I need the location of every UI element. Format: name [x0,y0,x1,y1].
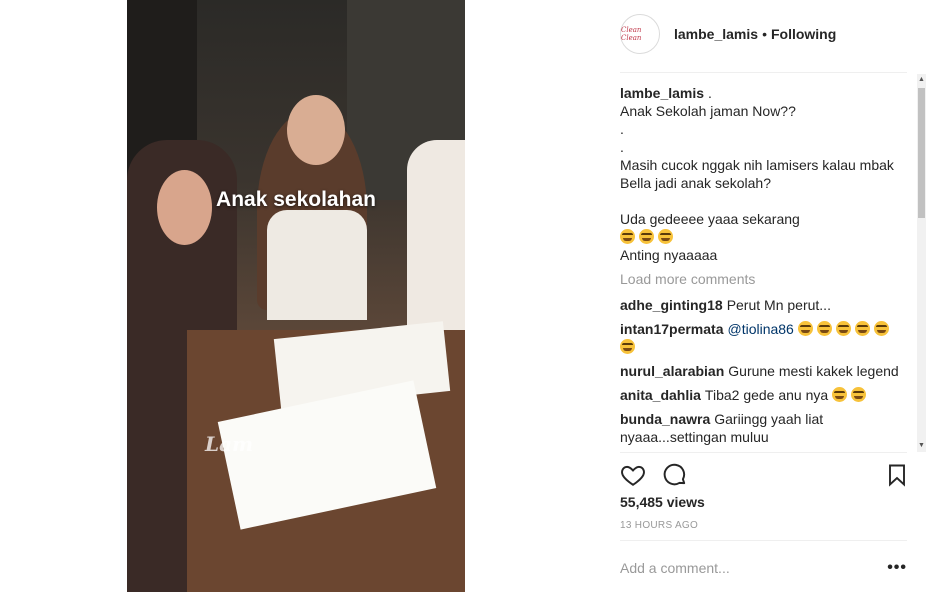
comment-username[interactable]: adhe_ginting18 [620,297,723,313]
comment-item: anita_dahlia Tiba2 gede anu nya [620,386,910,404]
caption-text: . [704,85,712,101]
comment-text: Perut Mn perut... [726,297,831,313]
scroll-down-arrow-icon[interactable]: ▼ [917,440,926,452]
comment-username[interactable]: anita_dahlia [620,387,701,403]
scroll-up-arrow-icon[interactable]: ▲ [917,74,926,86]
tears-of-joy-emoji-icon [639,229,654,244]
video-caption: Anak sekolahan [216,188,376,211]
header-divider [620,72,907,73]
post-video[interactable]: Anak sekolahan Lam [127,0,465,592]
tears-of-joy-emoji-icon [620,339,635,354]
comment-bubble-icon[interactable] [662,462,688,488]
avatar[interactable]: Clean Clean [620,14,660,54]
tears-of-joy-emoji-icon [873,321,889,336]
caption-line: Anting nyaaaaa [620,247,718,263]
header-username[interactable]: lambe_lamis [674,26,758,42]
comment-text: Gurune mesti kakek legend [728,363,899,379]
more-options-button[interactable]: ••• [887,559,907,577]
comment-input[interactable] [620,553,870,583]
tears-of-joy-emoji-icon [797,321,813,336]
tears-of-joy-emoji-icon [835,321,851,336]
post-timestamp[interactable]: 13 HOURS AGO [620,520,698,531]
comment-divider [620,540,907,541]
tears-of-joy-emoji-icon [816,321,832,336]
bookmark-icon[interactable] [885,462,911,488]
tears-of-joy-emoji-icon [854,321,870,336]
tears-of-joy-emoji-icon [832,387,848,402]
caption-line [620,192,910,210]
comment-item: intan17permata @tiolina86 [620,320,910,356]
heart-icon[interactable] [620,462,646,488]
tears-of-joy-emoji-icon [851,387,867,402]
add-comment-form: ••• [620,553,907,583]
caption-line: . [620,121,624,137]
caption-line: Uda gedeeee yaaa sekarang [620,211,800,227]
comment-item: bunda_nawra Gariingg yaah liat nyaaa...se… [620,410,910,446]
header-separator: • [762,26,767,42]
comment-username[interactable]: nurul_alarabian [620,363,724,379]
post-header: Clean Clean lambe_lamis • Following [620,14,836,54]
caption-line: Masih cucok nggak nih lamisers kalau mba… [620,157,898,191]
scrollbar-thumb[interactable] [918,88,925,218]
comment-username[interactable]: bunda_nawra [620,411,710,427]
follow-button[interactable]: Following [771,26,836,42]
load-more-comments-link[interactable]: Load more comments [620,270,910,288]
caption-emoji-row [620,228,910,246]
comment-item: nurul_alarabian Gurune mesti kakek legend [620,362,910,380]
comment-item: adhe_ginting18 Perut Mn perut... [620,296,910,314]
comments-scrollbar[interactable]: ▲ ▼ [917,74,926,452]
caption-line: Anak Sekolah jaman Now?? [620,103,796,119]
video-watermark: Lam [205,432,254,456]
actions-divider [620,452,907,453]
caption-username[interactable]: lambe_lamis [620,85,704,101]
comments-list: lambe_lamis . Anak Sekolah jaman Now?? .… [620,84,910,452]
tears-of-joy-emoji-icon [620,229,635,244]
post-side-panel: Clean Clean lambe_lamis • Following lamb… [605,0,926,592]
view-count[interactable]: 55,485 views [620,494,705,510]
action-bar [620,462,907,488]
tears-of-joy-emoji-icon [658,229,673,244]
avatar-logo-text: Clean Clean [621,26,642,42]
caption-line: lambe_lamis . [620,84,910,102]
comment-username[interactable]: intan17permata [620,321,723,337]
caption-block: lambe_lamis . Anak Sekolah jaman Now?? .… [620,84,910,264]
comment-text: Tiba2 gede anu nya [704,387,829,403]
comment-mention[interactable]: @tiolina86 [727,321,793,337]
caption-line: . [620,139,624,155]
comment-emojis [832,387,870,403]
